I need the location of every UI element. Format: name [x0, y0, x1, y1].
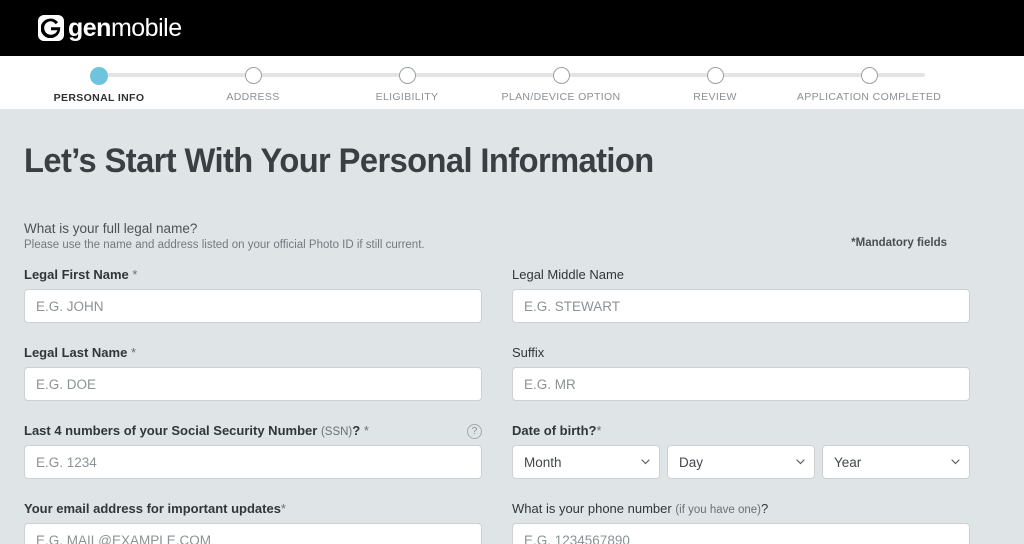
dob-month-value: Month [524, 454, 562, 470]
field-group-email: Your email address for important updates… [24, 501, 482, 544]
stepper-step-label: APPLICATION COMPLETED [796, 91, 942, 103]
brand-logo[interactable]: genmobile [38, 15, 182, 41]
dob-year-select[interactable]: Year [822, 445, 970, 479]
email-label: Your email address for important updates… [24, 501, 482, 516]
dob-selects: Month Day Year [512, 445, 970, 479]
phone-label: What is your phone number (if you have o… [512, 501, 970, 516]
email-input[interactable] [24, 523, 482, 544]
email-label-text: Your email address for important updates [24, 501, 281, 516]
mandatory-fields-note: *Mandatory fields [851, 237, 947, 249]
suffix-label: Suffix [512, 345, 545, 360]
dob-label: Date of birth?* [512, 423, 970, 438]
last-name-label: Legal Last Name * [24, 345, 482, 360]
email-required-mark: * [280, 501, 286, 516]
first-name-required-mark: * [132, 267, 138, 282]
step-dot-active-icon [90, 67, 108, 85]
progress-stepper: PERSONAL INFO ADDRESS ELIGIBILITY PLAN/D… [0, 56, 1024, 110]
dob-month-select[interactable]: Month [512, 445, 660, 479]
ssn-label-text: Last 4 numbers of your Social Security N… [24, 423, 318, 438]
field-group-ssn: Last 4 numbers of your Social Security N… [24, 423, 482, 479]
chevron-down-icon [796, 459, 805, 467]
chevron-down-icon [641, 459, 650, 467]
full-legal-name-question: What is your full legal name? [24, 221, 198, 236]
step-dot-icon [552, 67, 570, 84]
first-name-input[interactable] [24, 289, 482, 323]
dob-day-value: Day [679, 454, 704, 470]
ssn-required-mark: * [363, 423, 369, 438]
form-row-email-phone: Your email address for important updates… [24, 501, 1000, 544]
field-group-last-name: Legal Last Name * [24, 345, 482, 401]
field-group-suffix: Suffix [512, 345, 970, 401]
stepper-step-application-completed[interactable]: APPLICATION COMPLETED [769, 56, 969, 103]
step-dot-icon [398, 67, 416, 84]
chevron-down-icon [951, 459, 960, 467]
phone-label-hint: (if you have one) [675, 504, 761, 516]
ssn-input[interactable] [24, 445, 482, 479]
phone-label-tail: ? [761, 501, 769, 516]
middle-name-input[interactable] [512, 289, 970, 323]
first-name-label: Legal First Name * [24, 267, 482, 282]
phone-label-text: What is your phone number [512, 501, 672, 516]
ssn-label-abbrev: (SSN) [320, 426, 353, 438]
field-group-dob: Date of birth?* Month Day Year [512, 423, 970, 479]
field-group-phone: What is your phone number (if you have o… [512, 501, 970, 544]
dob-label-text: Date of birth? [512, 423, 597, 438]
middle-name-label: Legal Middle Name [512, 267, 625, 282]
step-dot-icon [706, 67, 724, 84]
step-dot-icon [860, 67, 878, 84]
form-row-lastname-suffix: Legal Last Name * Suffix [24, 345, 1000, 401]
last-name-input[interactable] [24, 367, 482, 401]
field-group-middle-name: Legal Middle Name [512, 267, 970, 323]
dob-year-value: Year [834, 454, 862, 470]
step-dot-icon [244, 67, 262, 84]
dob-required-mark: * [596, 423, 602, 438]
form-row-names: Legal First Name * Legal Middle Name [24, 267, 1000, 323]
form-row-ssn-dob: Last 4 numbers of your Social Security N… [24, 423, 1000, 479]
brand-name-bold: gen [68, 13, 111, 42]
site-header: genmobile [0, 0, 1024, 56]
page-title: Let’s Start With Your Personal Informati… [24, 142, 654, 180]
first-name-label-text: Legal First Name [24, 267, 129, 282]
ssn-label-tail: ? [352, 423, 361, 438]
question-mark-help-icon[interactable]: ? [467, 424, 482, 439]
brand-name-light: mobile [110, 13, 182, 42]
main-content: Let’s Start With Your Personal Informati… [0, 142, 1024, 544]
phone-input[interactable] [512, 523, 970, 544]
last-name-required-mark: * [130, 345, 137, 360]
suffix-input[interactable] [512, 367, 970, 401]
last-name-label-text: Legal Last Name [24, 345, 128, 360]
gen-g-logo-icon [38, 15, 64, 41]
dob-day-select[interactable]: Day [667, 445, 815, 479]
field-group-first-name: Legal First Name * [24, 267, 482, 323]
ssn-label: Last 4 numbers of your Social Security N… [24, 423, 482, 438]
